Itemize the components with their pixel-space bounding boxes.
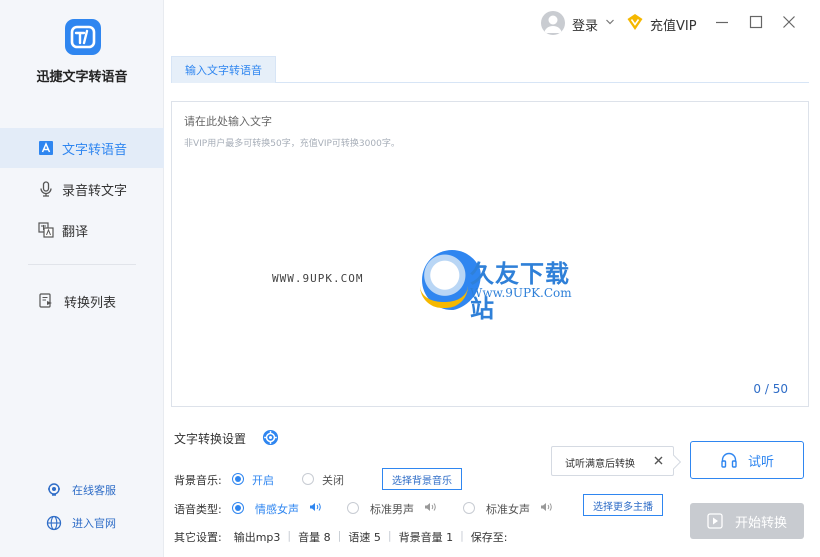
voice-option-label-3[interactable]: 标准女声	[486, 501, 530, 517]
maximize-icon[interactable]	[747, 13, 765, 31]
bg-music-on-radio[interactable]	[232, 473, 244, 485]
sidebar-item-translate[interactable]: 翻译	[0, 210, 164, 250]
login-button[interactable]: 登录	[572, 15, 598, 34]
logo-icon	[70, 25, 96, 49]
sidebar-item-label: 翻译	[62, 224, 89, 240]
output-format[interactable]: 输出mp3	[234, 529, 281, 545]
close-icon[interactable]	[780, 13, 798, 31]
watermark-url: Www.9UPK.Com	[470, 286, 572, 300]
play-icon	[707, 513, 723, 529]
vip-limit-hint: 非VIP用户最多可转换50字，充值VIP可转换3000字。	[184, 139, 400, 149]
sidebar-item-label: 文字转语音	[62, 142, 128, 158]
sidebar-item-label: 转换列表	[64, 295, 117, 311]
tooltip-text: 试听满意后转换	[565, 459, 635, 470]
listen-label: 试听	[747, 454, 774, 470]
tab-bar: 输入文字转语音	[171, 56, 809, 83]
speed-setting[interactable]: 语速 5	[348, 529, 381, 545]
close-icon[interactable]	[653, 455, 664, 466]
listen-button[interactable]: 试听	[690, 441, 804, 479]
voice-type-label: 语音类型:	[174, 503, 222, 516]
bg-music-off-label[interactable]: 关闭	[322, 472, 344, 488]
select-bg-music-button[interactable]: 选择背景音乐	[382, 468, 462, 490]
app-logo	[65, 19, 101, 55]
avatar[interactable]	[541, 11, 565, 35]
microphone-icon	[40, 181, 52, 197]
vip-icon	[627, 14, 643, 30]
sidebar-item-text-to-speech[interactable]: 文字转语音	[0, 128, 164, 168]
list-icon	[39, 293, 52, 308]
bg-music-label: 背景音乐:	[174, 474, 222, 487]
globe-icon	[46, 515, 62, 531]
headphones-icon	[721, 452, 737, 468]
voice-option-label-1[interactable]: 情感女声	[255, 501, 299, 517]
separator: |	[287, 529, 292, 542]
voice-option-radio-1[interactable]	[232, 502, 244, 514]
watermark: WWW.9UPK.COM 久友下载站 Www.9UPK.Com	[272, 250, 592, 323]
sidebar-item-label: 录音转文字	[62, 183, 128, 199]
sidebar-nav: 文字转语音 录音转文字 翻译	[0, 128, 164, 251]
speaker-icon[interactable]	[424, 502, 436, 512]
voice-option-label-2[interactable]: 标准男声	[370, 501, 414, 517]
text-to-speech-icon	[39, 141, 53, 155]
select-more-voices-button[interactable]: 选择更多主播	[583, 494, 663, 516]
chevron-down-icon[interactable]	[605, 17, 615, 27]
listen-tooltip: 试听满意后转换	[551, 446, 674, 476]
other-settings-label: 其它设置:	[174, 531, 222, 544]
sidebar-item-conversion-list[interactable]: 转换列表	[0, 281, 164, 321]
volume-setting[interactable]: 音量 8	[298, 529, 331, 545]
sidebar: 迅捷文字转语音 文字转语音 录音转文字 翻译 转换列表 在线客服 进入官网	[0, 0, 164, 557]
official-site-label: 进入官网	[72, 517, 116, 530]
settings-title: 文字转换设置	[174, 432, 247, 446]
text-input-placeholder: 请在此处输入文字	[184, 115, 272, 128]
translate-icon	[38, 222, 54, 238]
voice-option-radio-2[interactable]	[347, 502, 359, 514]
online-support-label: 在线客服	[72, 484, 116, 497]
bg-music-on-label[interactable]: 开启	[252, 472, 274, 488]
gear-icon[interactable]	[262, 429, 279, 446]
voice-option-radio-3[interactable]	[463, 502, 475, 514]
separator: |	[460, 529, 464, 542]
bg-volume-setting[interactable]: 背景音量 1	[399, 529, 454, 545]
speaker-icon[interactable]	[309, 502, 321, 512]
online-support-link[interactable]: 在线客服	[46, 482, 116, 498]
separator: |	[337, 529, 342, 542]
title-bar: 登录 充值VIP	[164, 0, 820, 46]
watermark-left-text: WWW.9UPK.COM	[272, 272, 364, 285]
bg-music-off-radio[interactable]	[302, 473, 314, 485]
save-to-setting[interactable]: 保存至:	[471, 529, 508, 545]
app-name: 迅捷文字转语音	[36, 70, 128, 85]
other-settings-row: 其它设置: 输出mp3 | 音量 8 | 语速 5 | 背景音量 1 | 保存至…	[174, 529, 508, 545]
character-counter: 0 / 50	[753, 382, 788, 396]
user-icon	[544, 15, 562, 33]
start-conversion-label: 开始转换	[734, 515, 787, 531]
tab-input-text[interactable]: 输入文字转语音	[171, 56, 276, 83]
speaker-icon[interactable]	[540, 502, 552, 512]
official-site-link[interactable]: 进入官网	[46, 515, 116, 531]
minimize-icon[interactable]	[713, 13, 731, 31]
recharge-vip-button[interactable]: 充值VIP	[650, 15, 697, 34]
support-icon	[48, 483, 60, 496]
separator: |	[387, 529, 392, 542]
start-conversion-button[interactable]: 开始转换	[690, 503, 804, 539]
sidebar-item-speech-to-text[interactable]: 录音转文字	[0, 169, 164, 209]
sidebar-divider	[28, 264, 136, 265]
text-input-area[interactable]: 请在此处输入文字 非VIP用户最多可转换50字，充值VIP可转换3000字。 W…	[171, 101, 809, 407]
